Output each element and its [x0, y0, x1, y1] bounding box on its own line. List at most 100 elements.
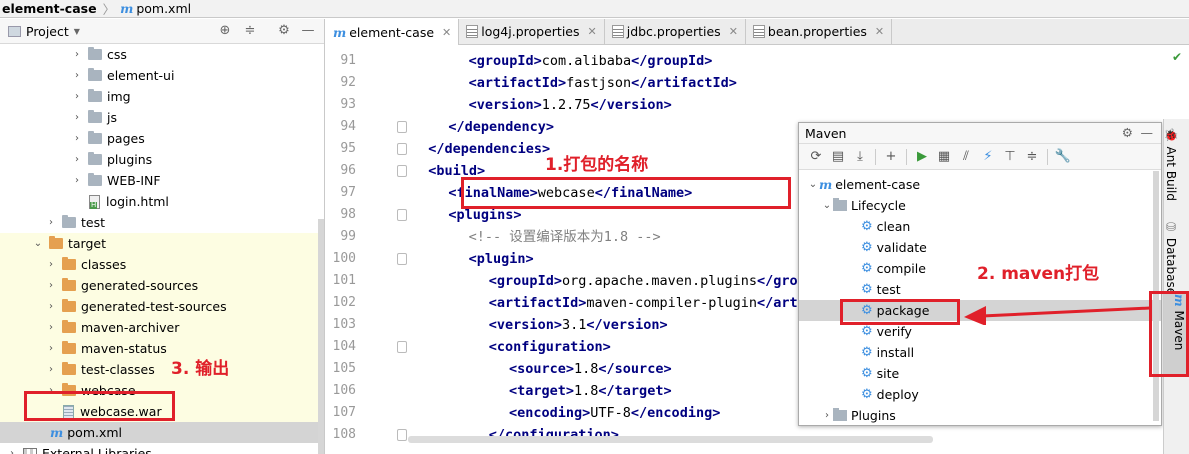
properties-file-icon [611, 25, 624, 38]
tree-item[interactable]: login.html [0, 191, 324, 212]
xml-tag: <plugins> [448, 207, 522, 223]
maven-tree-item[interactable]: ⌄ Lifecycle [799, 195, 1161, 216]
tree-item[interactable]: › classes [0, 254, 324, 275]
target-icon[interactable]: ⊕ [217, 23, 233, 39]
close-icon[interactable]: ✕ [875, 25, 884, 38]
tree-item[interactable]: › test-classes [0, 359, 324, 380]
folder-icon [88, 173, 102, 186]
tree-item[interactable]: › img [0, 86, 324, 107]
expand-arrow-icon[interactable]: › [821, 410, 833, 421]
tree-item[interactable]: m pom.xml [0, 422, 324, 443]
minimize-icon[interactable]: — [300, 23, 316, 39]
collapse-icon[interactable]: ≑ [242, 23, 258, 39]
tree-item-label: generated-test-sources [81, 299, 227, 314]
toggle-offline-icon[interactable]: ⫽ [955, 147, 977, 167]
maven-tree-item[interactable]: ⌄ m element-case [799, 174, 1161, 195]
expand-arrow-icon[interactable]: › [6, 448, 18, 454]
expand-arrow-icon[interactable]: › [71, 112, 83, 123]
expand-arrow-icon[interactable]: › [45, 217, 57, 228]
tree-item-label: maven-status [81, 341, 167, 356]
close-icon[interactable]: ✕ [442, 26, 451, 39]
tree-item[interactable]: › WEB-INF [0, 170, 324, 191]
tree-item[interactable]: › External Libraries [0, 443, 324, 454]
tree-item[interactable]: › maven-archiver [0, 317, 324, 338]
code-line: <encoding>UTF-8</encoding> [509, 402, 720, 424]
gear-icon[interactable]: ⚙ [1122, 125, 1133, 140]
collapse-all-icon[interactable]: ≑ [1021, 147, 1043, 167]
fold-marker-icon[interactable] [397, 209, 407, 221]
expand-arrow-icon[interactable]: › [71, 91, 83, 102]
expand-arrow-icon[interactable]: ⌄ [821, 200, 833, 211]
maven-tree-item[interactable]: ⚙ deploy [799, 384, 1161, 405]
expand-arrow-icon[interactable]: ⌄ [807, 179, 819, 190]
expand-arrow-icon[interactable]: › [45, 364, 57, 375]
tree-item[interactable]: › generated-sources [0, 275, 324, 296]
maven-tree-item[interactable]: ⚙ install [799, 342, 1161, 363]
fold-marker-icon[interactable] [397, 429, 407, 441]
xml-text: 3.1 [561, 317, 587, 333]
expand-arrow-icon[interactable]: › [71, 175, 83, 186]
tree-item[interactable]: › element-ui [0, 65, 324, 86]
maven-tree-item[interactable]: › Plugins [799, 405, 1161, 425]
reload-icon[interactable]: ⟳ [805, 147, 827, 167]
show-deps-icon[interactable]: ⊤ [999, 147, 1021, 167]
run-config-icon[interactable]: ▦ [933, 147, 955, 167]
expand-arrow-icon[interactable]: › [45, 280, 57, 291]
expand-arrow-icon[interactable]: › [45, 343, 57, 354]
tab-2[interactable]: jdbc.properties ✕ [605, 19, 746, 44]
expand-arrow-icon[interactable]: › [45, 301, 57, 312]
tree-item[interactable]: › test [0, 212, 324, 233]
close-icon[interactable]: ✕ [588, 25, 597, 38]
download-icon[interactable]: ⤓ [849, 147, 871, 167]
fold-marker-icon[interactable] [397, 143, 407, 155]
project-panel-title[interactable]: Project [26, 24, 69, 39]
skip-tests-icon[interactable]: ⚡ [977, 147, 999, 167]
maven-tree-item[interactable]: ⚙ validate [799, 237, 1161, 258]
expand-arrow-icon[interactable]: ⌄ [32, 238, 44, 249]
line-number: 103 [332, 317, 356, 332]
expand-arrow-icon[interactable]: › [71, 133, 83, 144]
database-tab[interactable]: ⛁ Database [1164, 220, 1178, 295]
tab-0[interactable]: m element-case ✕ [326, 19, 460, 45]
add-icon[interactable]: + [880, 147, 902, 167]
folder-icon [833, 198, 847, 211]
chevron-down-icon[interactable]: ▼ [74, 27, 80, 36]
breadcrumb-project[interactable]: element-case [2, 1, 97, 16]
ant-build-tab[interactable]: 🐞 Ant Build [1164, 128, 1178, 201]
expand-arrow-icon[interactable]: › [45, 322, 57, 333]
tree-item[interactable]: › plugins [0, 149, 324, 170]
gear-icon[interactable]: ⚙ [276, 23, 292, 39]
fold-marker-icon[interactable] [397, 121, 407, 133]
xml-text: 1.8 [574, 383, 599, 399]
tree-item[interactable]: ⌄ target [0, 233, 324, 254]
tree-item[interactable]: › generated-test-sources [0, 296, 324, 317]
wrench-icon[interactable]: 🔧 [1052, 147, 1074, 167]
xml-tag: </dependency> [448, 119, 555, 135]
close-icon[interactable]: ✕ [729, 25, 738, 38]
tab-1[interactable]: log4j.properties ✕ [459, 19, 605, 44]
fold-marker-icon[interactable] [397, 165, 407, 177]
minimize-icon[interactable]: — [1141, 125, 1154, 140]
tree-item[interactable]: › css [0, 44, 324, 65]
tree-item-label: pom.xml [67, 425, 123, 440]
maven-tree-item[interactable]: ⚙ clean [799, 216, 1161, 237]
tree-item-label: target [68, 236, 107, 251]
xml-tag: </encoding> [630, 405, 721, 421]
fold-marker-icon[interactable] [397, 341, 407, 353]
maven-tree-item[interactable]: ⚙ site [799, 363, 1161, 384]
code-line: <version>3.1</version> [489, 314, 668, 336]
expand-arrow-icon[interactable]: › [71, 49, 83, 60]
expand-arrow-icon[interactable]: › [71, 154, 83, 165]
tree-item[interactable]: › pages [0, 128, 324, 149]
run-icon[interactable]: ▶ [911, 147, 933, 167]
breadcrumb-file[interactable]: pom.xml [136, 1, 191, 16]
tree-scrollbar[interactable] [318, 219, 324, 454]
tree-item[interactable]: › maven-status [0, 338, 324, 359]
add-folder-icon[interactable]: ▤ [827, 147, 849, 167]
fold-marker-icon[interactable] [397, 253, 407, 265]
expand-arrow-icon[interactable]: › [71, 70, 83, 81]
editor-hscrollbar[interactable] [408, 436, 933, 443]
tab-3[interactable]: bean.properties ✕ [746, 19, 893, 44]
tree-item[interactable]: › js [0, 107, 324, 128]
expand-arrow-icon[interactable]: › [45, 259, 57, 270]
